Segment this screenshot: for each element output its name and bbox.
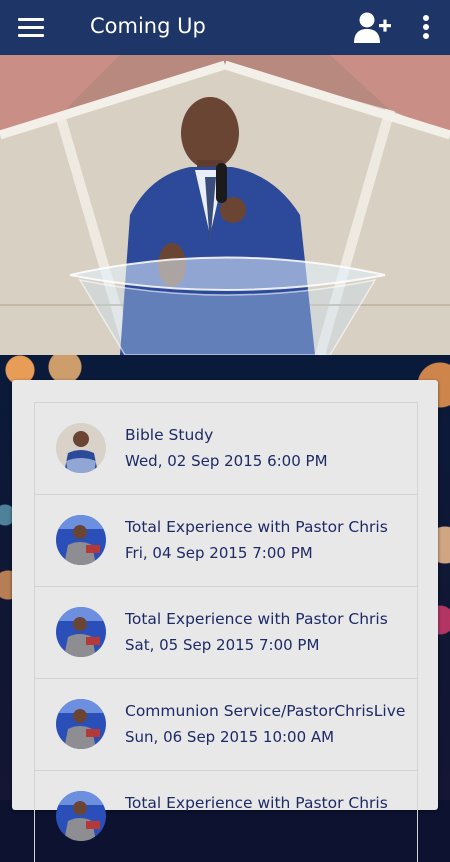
event-title: Bible Study	[125, 426, 214, 444]
menu-icon[interactable]	[18, 16, 46, 38]
event-date: Wed, 02 Sep 2015 6:00 PM	[125, 452, 328, 470]
event-title: Total Experience with Pastor Chris	[125, 518, 388, 536]
list-item[interactable]: Communion Service/PastorChrisLive Sun, 0…	[35, 678, 417, 770]
hero-image	[0, 55, 450, 355]
event-title: Total Experience with Pastor Chris	[125, 794, 388, 812]
avatar	[56, 699, 106, 749]
list-item[interactable]: Bible Study Wed, 02 Sep 2015 6:00 PM	[35, 402, 417, 494]
event-date: Sat, 05 Sep 2015 7:00 PM	[125, 636, 320, 654]
event-title: Total Experience with Pastor Chris	[125, 610, 388, 628]
avatar	[56, 607, 106, 657]
app-bar: Coming Up	[0, 0, 450, 55]
events-card: Bible Study Wed, 02 Sep 2015 6:00 PM Tot…	[12, 380, 438, 862]
event-title: Communion Service/PastorChrisLive	[125, 702, 406, 720]
page-title: Coming Up	[90, 14, 206, 38]
avatar	[56, 791, 106, 841]
event-date: Sun, 06 Sep 2015 10:00 AM	[125, 728, 335, 746]
add-user-icon[interactable]	[352, 10, 392, 46]
avatar	[56, 515, 106, 565]
list-item[interactable]: Total Experience with Pastor Chris	[35, 770, 417, 862]
list-item[interactable]: Total Experience with Pastor Chris Sat, …	[35, 586, 417, 678]
list-item[interactable]: Total Experience with Pastor Chris Fri, …	[35, 494, 417, 586]
more-vert-icon[interactable]	[416, 12, 436, 42]
event-date: Fri, 04 Sep 2015 7:00 PM	[125, 544, 313, 562]
events-list: Bible Study Wed, 02 Sep 2015 6:00 PM Tot…	[34, 402, 418, 862]
avatar	[56, 423, 106, 473]
